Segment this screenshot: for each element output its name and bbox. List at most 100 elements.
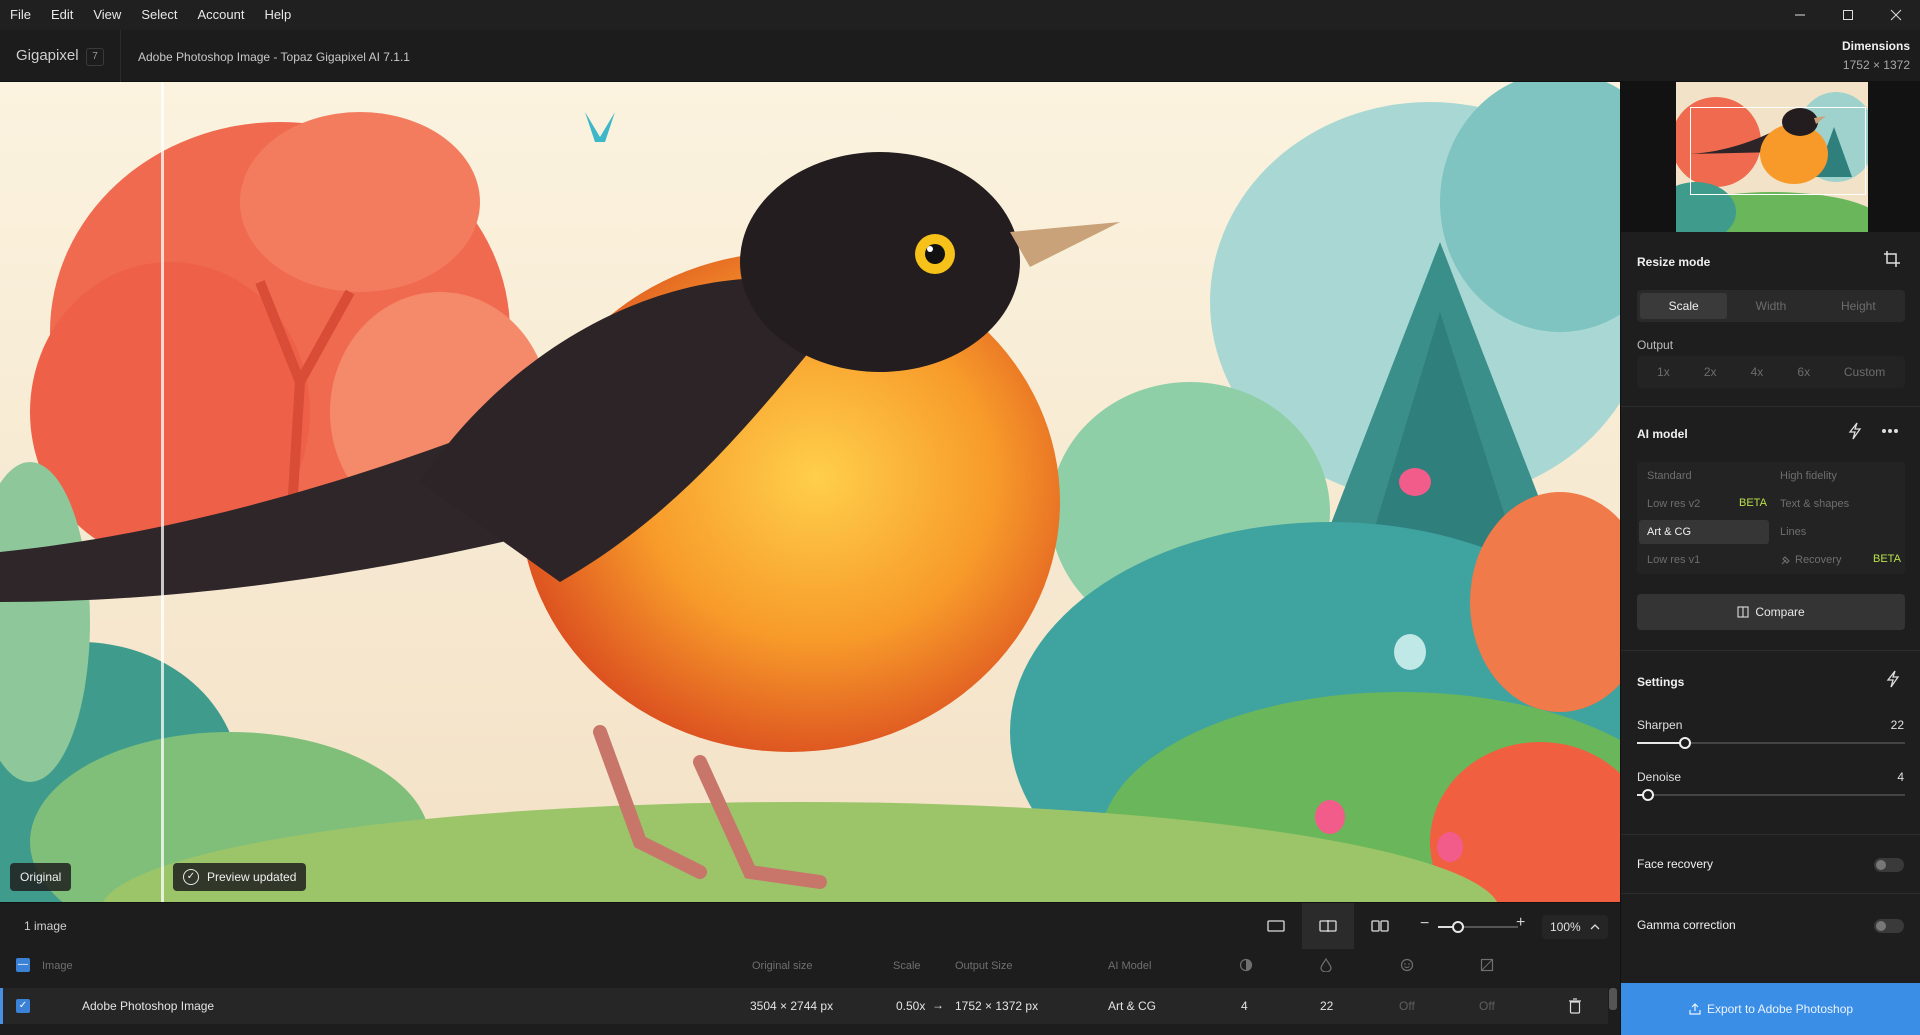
sharpen-label: Sharpen: [1637, 718, 1683, 732]
export-button-label: Export to Adobe Photoshop: [1706, 1002, 1854, 1016]
settings-panel: Resize mode Scale Width Height Output 1x…: [1620, 82, 1920, 1035]
row-sharpen: 4: [1241, 999, 1248, 1013]
dimensions-label: Dimensions: [1841, 39, 1910, 53]
model-text-shapes[interactable]: Text & shapes: [1772, 492, 1902, 516]
output-1x-option[interactable]: 1x: [1640, 359, 1687, 385]
sharpen-slider-knob[interactable]: [1679, 737, 1691, 749]
table-row[interactable]: ✓ Adobe Photoshop Image 3504 × 2744 px 0…: [0, 988, 1608, 1024]
resize-scale-option[interactable]: Scale: [1640, 293, 1728, 319]
column-original-size: Original size: [752, 960, 813, 972]
zoom-level-text: 100%: [1550, 920, 1581, 934]
preview-image: [0, 82, 1620, 902]
gamma-correction-toggle[interactable]: [1874, 919, 1904, 933]
resize-mode-selector: Scale Width Height: [1637, 290, 1905, 322]
model-art-cg[interactable]: Art & CG: [1639, 520, 1769, 544]
row-original-size: 3504 × 2744 px: [750, 999, 834, 1013]
row-image-name: Adobe Photoshop Image: [82, 999, 215, 1013]
select-all-checkbox[interactable]: —: [16, 958, 30, 972]
menu-select[interactable]: Select: [131, 0, 187, 30]
menu-view[interactable]: View: [83, 0, 131, 30]
image-list-panel: 1 image − + 100% — Image Original size S…: [0, 902, 1620, 1035]
model-high-fidelity[interactable]: High fidelity: [1772, 464, 1902, 488]
section-divider: [1621, 650, 1920, 651]
app-version-badge: 7: [86, 48, 104, 66]
compare-button[interactable]: Compare: [1637, 594, 1905, 630]
zoom-slider-knob[interactable]: [1452, 921, 1464, 933]
side-by-side-view-button[interactable]: [1354, 903, 1406, 949]
close-icon: [1890, 9, 1902, 21]
ai-model-list: Standard High fidelity Low res v2 BETA T…: [1637, 462, 1905, 574]
denoise-slider-knob[interactable]: [1642, 789, 1654, 801]
output-6x-option[interactable]: 6x: [1780, 359, 1827, 385]
preview-status: ✓ Preview updated: [173, 863, 307, 891]
output-2x-option[interactable]: 2x: [1687, 359, 1734, 385]
toggle-dot: [1876, 860, 1886, 870]
section-divider: [1621, 834, 1920, 835]
preview-canvas[interactable]: Original ✓ Preview updated: [0, 82, 1620, 902]
resize-width-option[interactable]: Width: [1727, 293, 1814, 319]
export-button[interactable]: Export to Adobe Photoshop: [1621, 983, 1920, 1035]
title-bar: Gigapixel 7 Adobe Photoshop Image - Topa…: [0, 30, 1920, 82]
close-button[interactable]: [1872, 0, 1920, 30]
side-by-side-icon: [1371, 920, 1389, 932]
zoom-in-icon[interactable]: +: [1516, 914, 1525, 932]
model-low-res-v1[interactable]: Low res v1: [1639, 548, 1769, 572]
zoom-out-icon[interactable]: −: [1420, 915, 1429, 933]
denoise-slider[interactable]: [1637, 789, 1905, 801]
view-mode-group: [1250, 903, 1406, 949]
lightning-icon[interactable]: [1847, 422, 1863, 440]
compare-button-label: Compare: [1755, 605, 1805, 619]
maximize-button[interactable]: [1824, 0, 1872, 30]
navigator-viewport[interactable]: [1690, 107, 1866, 195]
settings-lightning-icon[interactable]: [1885, 670, 1901, 688]
gamma-column-icon: [1480, 958, 1494, 972]
trash-icon[interactable]: [1568, 998, 1582, 1014]
column-ai-model: AI Model: [1108, 960, 1152, 972]
model-standard[interactable]: Standard: [1639, 464, 1769, 488]
bottom-toolbar: 1 image − + 100%: [0, 902, 1620, 949]
face-recovery-column-icon: [1400, 958, 1414, 972]
check-icon: ✓: [183, 869, 199, 885]
output-custom-option[interactable]: Custom: [1827, 359, 1902, 385]
table-header: — Image Original size Scale Output Size …: [0, 948, 1620, 982]
compare-split-handle[interactable]: [161, 82, 164, 902]
output-4x-option[interactable]: 4x: [1734, 359, 1781, 385]
section-divider: [1621, 893, 1920, 894]
denoise-label: Denoise: [1637, 770, 1682, 784]
ai-model-title: AI model: [1637, 427, 1688, 441]
navigator-thumbnail[interactable]: [1676, 82, 1868, 232]
menu-file[interactable]: File: [0, 0, 41, 30]
menu-help[interactable]: Help: [254, 0, 301, 30]
sharpen-slider[interactable]: [1637, 737, 1905, 749]
menu-account[interactable]: Account: [187, 0, 254, 30]
row-scale: 0.50x: [896, 999, 926, 1013]
export-icon: [1689, 1003, 1701, 1015]
arrow-right-icon: →: [932, 998, 944, 1012]
denoise-column-icon: [1320, 958, 1332, 972]
window-controls: [1776, 0, 1920, 30]
more-options-icon[interactable]: [1881, 428, 1899, 434]
split-view-icon: [1319, 920, 1337, 932]
crop-icon[interactable]: [1883, 250, 1901, 268]
row-checkbox[interactable]: ✓: [16, 999, 30, 1013]
row-denoise: 22: [1320, 999, 1334, 1013]
single-view-button[interactable]: [1250, 903, 1302, 949]
zoom-level-dropdown[interactable]: 100%: [1542, 915, 1608, 939]
menu-edit[interactable]: Edit: [41, 0, 83, 30]
maximize-icon: [1843, 10, 1853, 20]
split-view-button[interactable]: [1302, 903, 1354, 949]
document-title: Adobe Photoshop Image - Topaz Gigapixel …: [138, 50, 410, 64]
resize-height-option[interactable]: Height: [1815, 293, 1902, 319]
model-lines[interactable]: Lines: [1772, 520, 1902, 544]
title-divider: [120, 30, 121, 82]
model-recovery[interactable]: Recovery: [1787, 548, 1867, 572]
face-recovery-label: Face recovery: [1637, 857, 1714, 871]
zoom-slider[interactable]: [1438, 921, 1518, 933]
section-divider: [1621, 406, 1920, 407]
face-recovery-toggle[interactable]: [1874, 858, 1904, 872]
minimize-button[interactable]: [1776, 0, 1824, 30]
list-scrollbar[interactable]: [1609, 988, 1617, 1010]
row-face-recovery: Off: [1399, 999, 1415, 1013]
sharpen-value: 22: [1890, 718, 1904, 732]
dimensions-value: 1752 × 1372: [1842, 58, 1910, 72]
